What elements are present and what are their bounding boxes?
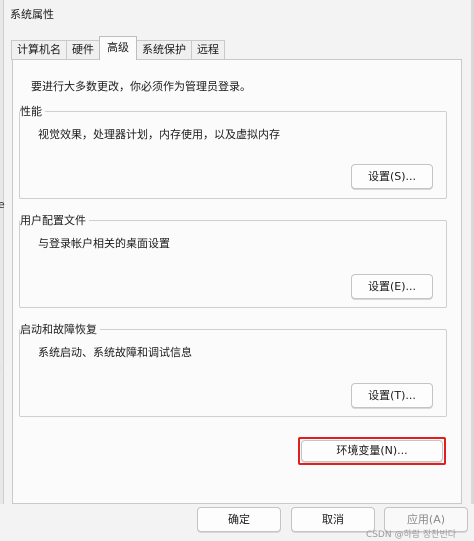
ok-button[interactable]: 确定	[197, 507, 281, 532]
performance-group-label: 性能	[20, 103, 45, 119]
startup-recovery-description: 系统启动、系统故障和调试信息	[38, 346, 192, 359]
background-window-edge	[0, 0, 4, 541]
startup-recovery-group-label: 启动和故障恢复	[20, 321, 100, 337]
tab-system-protection[interactable]: 系统保护	[136, 40, 192, 60]
background-window-text: e	[0, 198, 5, 211]
performance-description: 视觉效果，处理器计划，内存使用，以及虚拟内存	[38, 128, 280, 141]
cancel-button[interactable]: 取消	[291, 507, 375, 532]
performance-settings-button[interactable]: 设置(S)...	[351, 164, 433, 189]
user-profiles-settings-button[interactable]: 设置(E)...	[351, 274, 433, 299]
highlight-annotation	[298, 437, 446, 465]
tab-advanced[interactable]: 高级	[99, 36, 137, 60]
window-title: 系统属性	[10, 8, 54, 21]
tab-computer-name[interactable]: 计算机名	[11, 40, 67, 60]
startup-recovery-settings-button[interactable]: 设置(T)...	[351, 383, 433, 408]
tab-strip: 计算机名 硬件 高级 系统保护 远程	[11, 36, 225, 60]
tab-hardware[interactable]: 硬件	[66, 40, 100, 60]
watermark: CSDN @하람 장찬빈다	[365, 530, 456, 540]
admin-notice: 要进行大多数更改，你必须作为管理员登录。	[31, 80, 251, 93]
tab-remote[interactable]: 远程	[191, 40, 225, 60]
user-profiles-group-label: 用户配置文件	[20, 212, 89, 228]
background-window-text: l	[0, 362, 1, 375]
user-profiles-description: 与登录帐户相关的桌面设置	[38, 237, 170, 250]
